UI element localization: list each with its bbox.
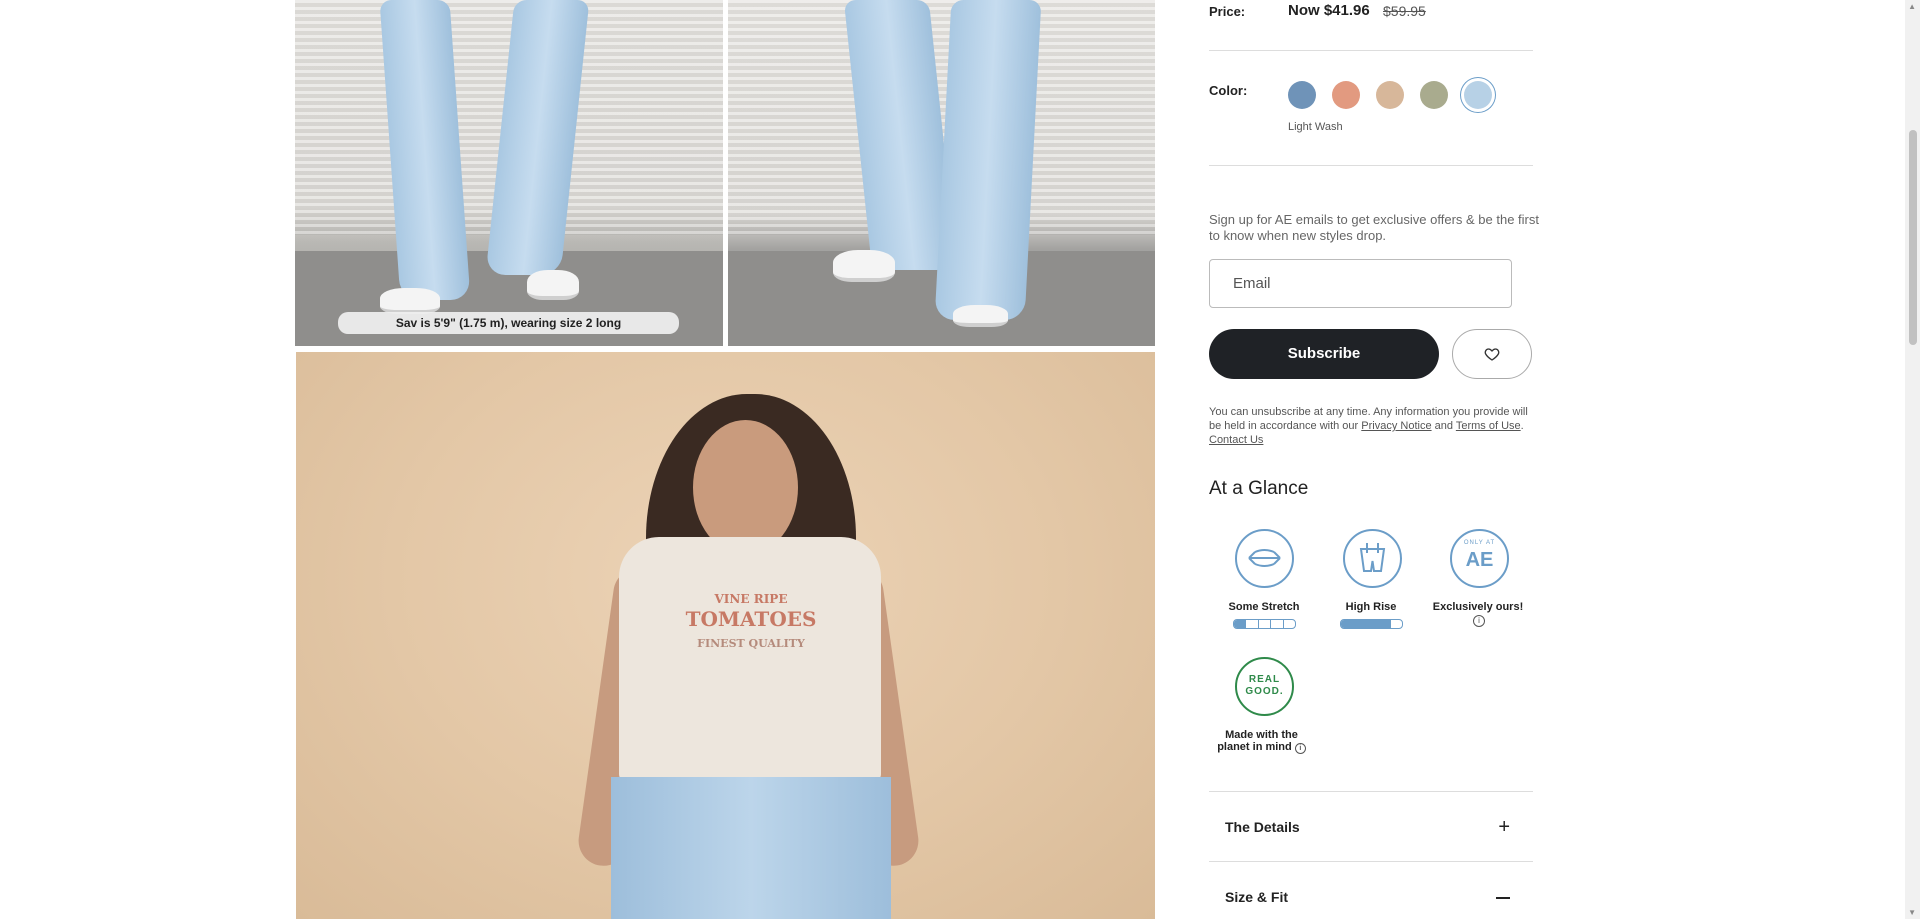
divider bbox=[1209, 861, 1533, 862]
planet-label-line2: planet in mind i bbox=[1209, 741, 1314, 754]
model-tshirt bbox=[619, 537, 881, 782]
at-a-glance-title: At a Glance bbox=[1209, 478, 1309, 499]
tee-print-line2: TOMATOES bbox=[685, 607, 817, 631]
sneaker-right bbox=[953, 305, 1008, 327]
meter-segment bbox=[1391, 620, 1402, 628]
meter-segment bbox=[1234, 620, 1247, 628]
info-icon[interactable]: i bbox=[1473, 615, 1485, 627]
meter-segment bbox=[1341, 620, 1354, 628]
exclusive-label: Exclusively ours! bbox=[1432, 601, 1524, 613]
real-good-icon: REAL GOOD. bbox=[1235, 657, 1294, 716]
email-input[interactable]: Email bbox=[1209, 259, 1512, 308]
meter-segment bbox=[1353, 620, 1366, 628]
jeans-leg-right bbox=[934, 0, 1042, 320]
color-swatch[interactable] bbox=[1376, 81, 1404, 109]
high-rise-label: High Rise bbox=[1345, 601, 1397, 613]
meter-segment bbox=[1259, 620, 1272, 628]
tee-print-line1: VINE RIPE bbox=[714, 592, 788, 606]
terms-of-use-link[interactable]: Terms of Use bbox=[1456, 420, 1521, 432]
sneaker-left bbox=[833, 250, 895, 282]
size-fit-accordion-title: Size & Fit bbox=[1225, 889, 1289, 905]
color-swatch[interactable] bbox=[1332, 81, 1360, 109]
legal-and: and bbox=[1434, 420, 1453, 432]
product-photo-left[interactable] bbox=[295, 0, 723, 346]
product-photo-right[interactable] bbox=[728, 0, 1155, 346]
legal-text: You can unsubscribe at any time. Any inf… bbox=[1209, 406, 1528, 446]
info-icon[interactable]: i bbox=[1294, 743, 1306, 754]
stretch-meter bbox=[1233, 619, 1296, 629]
model-face bbox=[693, 420, 798, 555]
divider bbox=[1209, 50, 1533, 51]
meter-segment bbox=[1284, 620, 1295, 628]
subscribe-button[interactable]: Subscribe bbox=[1209, 329, 1439, 379]
divider bbox=[1209, 165, 1533, 166]
rise-meter bbox=[1340, 619, 1403, 629]
planet-label-line2-text: planet in mind bbox=[1217, 741, 1292, 753]
badge-top-text: ONLY AT bbox=[1463, 540, 1496, 546]
minus-icon bbox=[1496, 897, 1510, 899]
sneaker-left bbox=[380, 288, 440, 314]
high-rise-icon bbox=[1343, 529, 1402, 588]
badge-line2: GOOD. bbox=[1245, 686, 1284, 697]
details-accordion-title: The Details bbox=[1225, 819, 1300, 835]
waistband-icon bbox=[1359, 543, 1386, 572]
product-photo-model[interactable]: VINE RIPE TOMATOES FINEST QUALITY bbox=[296, 352, 1155, 919]
heart-icon bbox=[1484, 348, 1500, 361]
planet-label-line1: Made with the bbox=[1225, 729, 1298, 741]
model-size-caption: Sav is 5'9" (1.75 m), wearing size 2 lon… bbox=[338, 312, 679, 334]
badge-main-text: AE bbox=[1465, 549, 1494, 571]
tee-print-line3: FINEST QUALITY bbox=[697, 637, 805, 650]
wishlist-button[interactable] bbox=[1452, 329, 1532, 379]
sneaker-right bbox=[527, 270, 579, 300]
meter-segment bbox=[1246, 620, 1259, 628]
badge-line1: REAL bbox=[1248, 674, 1281, 685]
double-arrow-icon bbox=[1248, 549, 1281, 567]
only-at-ae-icon: ONLY AT AE bbox=[1450, 529, 1509, 588]
contact-us-link[interactable]: Contact Us bbox=[1209, 434, 1263, 446]
model-jeans bbox=[611, 777, 891, 919]
details-accordion[interactable]: The Details + bbox=[1209, 800, 1533, 856]
email-signup-text: Sign up for AE emails to get exclusive o… bbox=[1209, 212, 1539, 243]
meter-segment bbox=[1365, 620, 1379, 628]
price-label: Price: bbox=[1209, 4, 1246, 19]
color-swatch[interactable] bbox=[1420, 81, 1448, 109]
scrollbar-thumb[interactable] bbox=[1909, 130, 1917, 345]
scroll-down-arrow-icon[interactable]: ▼ bbox=[1908, 908, 1916, 917]
meter-segment bbox=[1271, 620, 1284, 628]
privacy-notice-link[interactable]: Privacy Notice bbox=[1361, 420, 1431, 432]
plus-icon: + bbox=[1498, 816, 1510, 838]
selected-color-name: Light Wash bbox=[1288, 121, 1343, 133]
divider bbox=[1209, 791, 1533, 792]
color-swatch[interactable] bbox=[1464, 81, 1492, 109]
planet-label: Made with the planet in mind i bbox=[1209, 729, 1314, 754]
price-now: Now $41.96 bbox=[1288, 2, 1370, 19]
stretch-label: Some Stretch bbox=[1228, 601, 1300, 613]
meter-segment bbox=[1378, 620, 1391, 628]
size-fit-accordion[interactable]: Size & Fit bbox=[1209, 870, 1533, 919]
price-was: $59.95 bbox=[1383, 3, 1426, 19]
scroll-up-arrow-icon[interactable]: ▲ bbox=[1908, 2, 1916, 11]
stretch-icon bbox=[1235, 529, 1294, 588]
color-swatch[interactable] bbox=[1288, 81, 1316, 109]
color-label: Color: bbox=[1209, 83, 1248, 98]
